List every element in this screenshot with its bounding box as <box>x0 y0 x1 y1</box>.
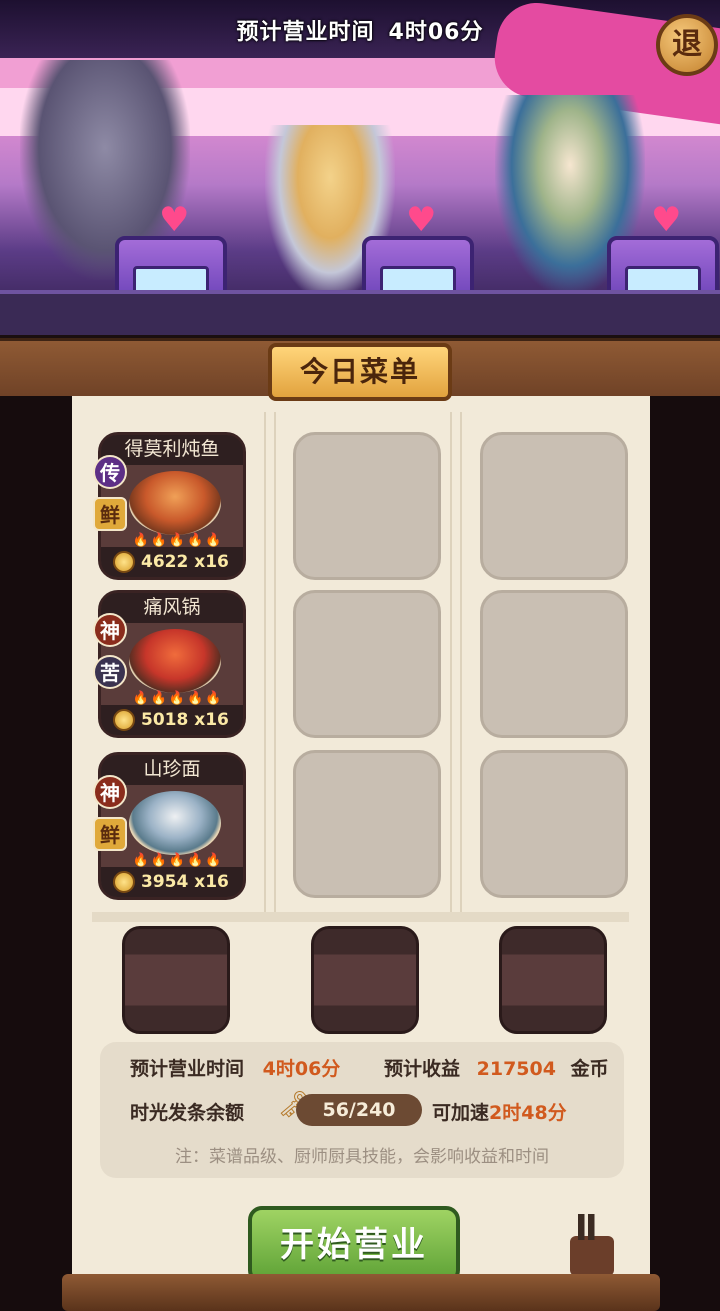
row-divider <box>92 912 629 922</box>
dish-price: 3954 x16 <box>101 867 243 897</box>
summary-row-time: 预计营业时间 4时06分 <box>130 1054 340 1081</box>
speedup-label: 可加速 <box>432 1102 490 1124</box>
start-business-button[interactable]: 开始营业 <box>248 1206 460 1284</box>
chef-seat-slot[interactable] <box>311 926 419 1034</box>
chef-seat-slot[interactable] <box>122 926 230 1034</box>
utensils-icon <box>578 1214 600 1240</box>
empty-dish-slot[interactable] <box>480 432 628 580</box>
speedup-value: 2时48分 <box>489 1102 567 1124</box>
dish-image <box>129 629 221 693</box>
column-divider <box>460 412 462 912</box>
heart-icon: ♥ <box>159 200 190 240</box>
rank-badge: 神 <box>93 775 127 809</box>
dish-price: 5018 x16 <box>101 705 243 735</box>
exit-button[interactable]: 退 <box>656 14 718 76</box>
heart-icon: ♥ <box>651 200 682 240</box>
dish-price: 4622 x16 <box>101 547 243 577</box>
empty-dish-slot[interactable] <box>293 590 441 738</box>
coin-icon <box>113 709 135 731</box>
dish-image <box>129 791 221 855</box>
restaurant-scene: ♥ ♥ ♥ 预计营业时间 4时06分 退 <box>0 0 720 335</box>
summary-row-income: 预计收益 217504 金币 <box>384 1054 609 1081</box>
timer-label: 预计营业时间 <box>236 20 375 45</box>
dish-card[interactable]: 山珍面 神 鲜 🔥🔥🔥🔥🔥 3954 x16 <box>93 752 246 900</box>
empty-dish-slot[interactable] <box>480 590 628 738</box>
flavor-badge: 鲜 <box>93 817 127 851</box>
rank-badge: 神 <box>93 613 127 647</box>
income-value: 217504 <box>476 1058 556 1080</box>
column-divider <box>450 412 452 912</box>
right-margin <box>650 396 720 1311</box>
chef-seat-slot[interactable] <box>499 926 607 1034</box>
time-label: 预计营业时间 <box>130 1058 245 1080</box>
flame-rating-icon: 🔥🔥🔥🔥🔥 <box>132 533 224 548</box>
menu-title: 今日菜单 <box>268 343 452 401</box>
timebar-label: 时光发条余额 <box>130 1102 245 1124</box>
left-margin <box>0 396 72 1311</box>
flame-rating-icon: 🔥🔥🔥🔥🔥 <box>132 691 224 706</box>
stage-floor <box>0 290 720 335</box>
rank-badge: 传 <box>93 455 127 489</box>
dish-card[interactable]: 痛风锅 神 苦 🔥🔥🔥🔥🔥 5018 x16 <box>93 590 246 738</box>
column-divider <box>274 412 276 912</box>
time-value: 4时06分 <box>262 1058 341 1080</box>
column-divider <box>264 412 266 912</box>
timer-value: 4时06分 <box>388 20 484 45</box>
coin-icon <box>113 871 135 893</box>
utensil-pot-decoration <box>570 1236 614 1276</box>
empty-dish-slot[interactable] <box>293 432 441 580</box>
flavor-badge: 鲜 <box>93 497 127 531</box>
speedup-row: 可加速2时48分 <box>432 1098 567 1125</box>
empty-dish-slot[interactable] <box>480 750 628 898</box>
business-summary-panel: 预计营业时间 4时06分 预计收益 217504 金币 时光发条余额 🗝 56/… <box>100 1042 624 1178</box>
flame-rating-icon: 🔥🔥🔥🔥🔥 <box>132 853 224 868</box>
income-unit: 金币 <box>570 1058 609 1080</box>
coin-icon <box>113 551 135 573</box>
timebar-balance: 56/240 <box>296 1094 422 1126</box>
business-timer: 预计营业时间 4时06分 <box>0 14 720 46</box>
dish-image <box>129 471 221 535</box>
flavor-badge: 苦 <box>93 655 127 689</box>
menu-board-bottom <box>62 1274 660 1311</box>
heart-icon: ♥ <box>406 200 437 240</box>
summary-note: 注：菜谱品级、厨师厨具技能，会影响收益和时间 <box>175 1147 549 1167</box>
dish-card[interactable]: 得莫利炖鱼 传 鲜 🔥🔥🔥🔥🔥 4622 x16 <box>93 432 246 580</box>
empty-dish-slot[interactable] <box>293 750 441 898</box>
income-label: 预计收益 <box>384 1058 461 1080</box>
